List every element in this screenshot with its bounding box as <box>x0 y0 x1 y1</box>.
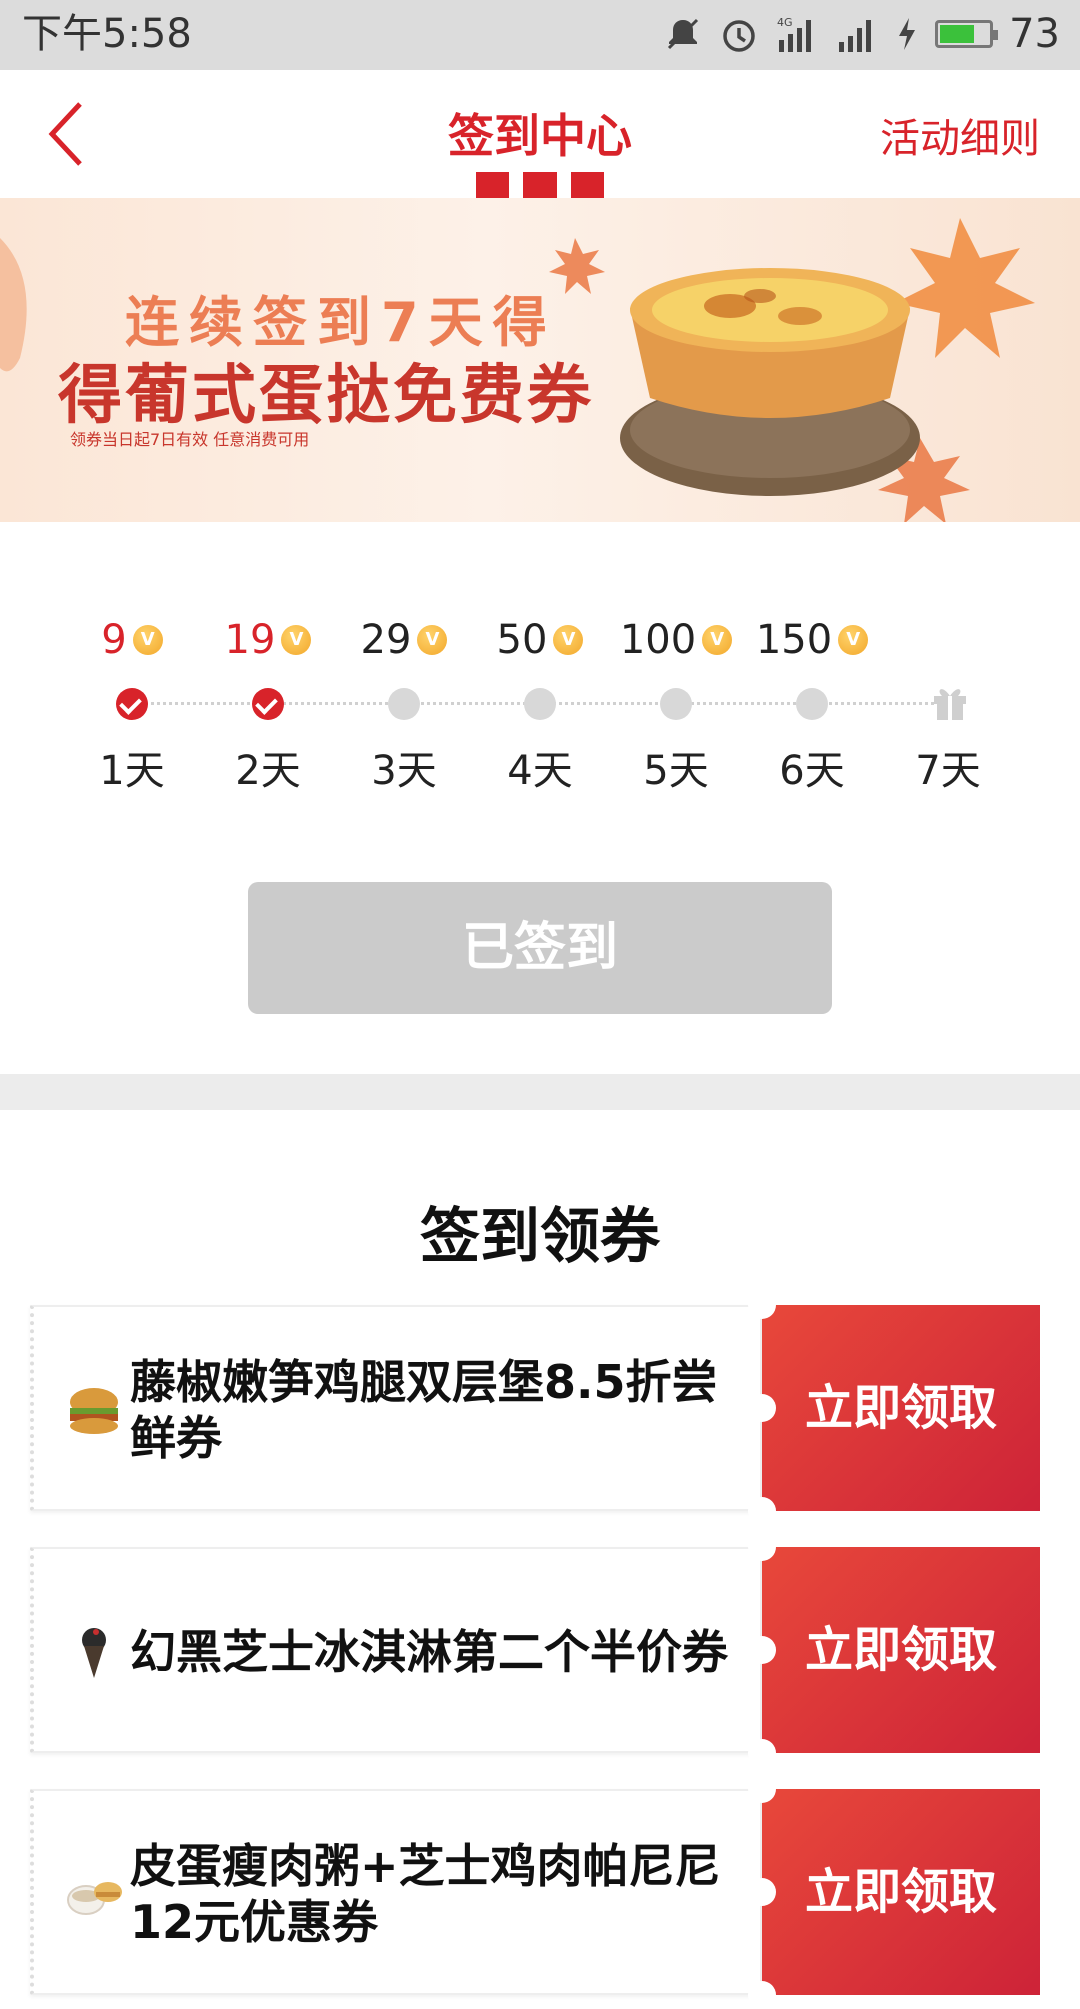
coupon-notch <box>748 1636 776 1664</box>
checkin-day: 100 V 5天 <box>608 610 744 800</box>
day-points-value: 100 <box>619 617 697 663</box>
coupon-notch <box>748 1291 776 1319</box>
coupon-card: 皮蛋瘦肉粥+芝士鸡肉帕尼尼12元优惠券 立即领取 <box>30 1775 1046 2009</box>
day-points: 50 V <box>472 610 608 670</box>
v-coin-icon: V <box>417 625 448 655</box>
section-divider <box>0 1074 1080 1110</box>
signal-icon <box>839 20 872 52</box>
day-points-value: 29 <box>360 617 412 663</box>
checkin-day: 50 V 4天 <box>472 610 608 800</box>
brand-stripes <box>476 172 604 198</box>
burger-icon <box>70 1388 118 1434</box>
day-points-value: 9 <box>101 617 127 663</box>
coupon-notch <box>748 1394 776 1422</box>
unchecked-dot-icon <box>796 688 828 720</box>
unchecked-dot-icon <box>524 688 556 720</box>
coupon-notch <box>748 1739 776 1767</box>
nav-bar: 签到中心 活动细则 <box>0 70 1080 198</box>
day-points: 100 V <box>608 610 744 670</box>
checkin-day: 9 V 1天 <box>64 610 200 800</box>
claim-coupon-button[interactable]: 立即领取 <box>762 1547 1040 1753</box>
promo-banner[interactable]: 连续签到7天得 得葡式蛋挞免费券 领券当日起7日有效 任意消费可用 <box>0 198 1080 522</box>
checked-dot-icon <box>252 688 284 720</box>
coupon-title: 藤椒嫩笋鸡腿双层堡8.5折尝鲜券 <box>130 1355 718 1465</box>
v-coin-icon: V <box>132 625 163 655</box>
egg-tart-icon <box>630 268 910 418</box>
coupon-edge <box>1034 1789 1046 1995</box>
v-coin-icon: V <box>281 625 312 655</box>
coupon-card: 藤椒嫩笋鸡腿双层堡8.5折尝鲜券 立即领取 <box>30 1291 1046 1525</box>
coupon-card: 幻黑芝士冰淇淋第二个半价券 立即领取 <box>30 1533 1046 1767</box>
gift-icon <box>934 689 966 720</box>
day-label: 5天 <box>643 748 709 794</box>
banner-subheadline: 得葡式蛋挞免费券 <box>58 359 594 433</box>
claim-coupon-button[interactable]: 立即领取 <box>762 1789 1040 1995</box>
signed-in-button[interactable]: 已签到 <box>248 882 832 1014</box>
coupon-title: 幻黑芝士冰淇淋第二个半价券 <box>130 1625 728 1679</box>
porridge-icon <box>67 1882 122 1915</box>
day-points: 19 V <box>200 610 336 670</box>
charging-icon <box>899 18 916 50</box>
claim-coupon-button[interactable]: 立即领取 <box>762 1305 1040 1511</box>
unchecked-dot-icon <box>660 688 692 720</box>
day-label: 3天 <box>371 748 437 794</box>
coupon-edge <box>1034 1305 1046 1511</box>
coupon-info: 藤椒嫩笋鸡腿双层堡8.5折尝鲜券 <box>30 1305 762 1511</box>
banner-note: 领券当日起7日有效 任意消费可用 <box>70 430 310 449</box>
coupon-notch <box>748 1775 776 1803</box>
coupon-edge <box>1034 1547 1046 1753</box>
checkin-day: 7天 <box>880 610 1016 800</box>
coupon-notch <box>748 1878 776 1906</box>
day-points-value: 150 <box>755 617 833 663</box>
day-points-value: 50 <box>496 617 548 663</box>
network-label: 4G <box>777 16 793 29</box>
checked-dot-icon <box>116 688 148 720</box>
maple-leaf-icon <box>895 218 1035 358</box>
status-time: 下午5:58 <box>22 11 192 57</box>
checkin-timeline: 9 V 1天 19 V 2天 29 V 3天 50 V 4天 100 V 5天 150 V 6天 7天 <box>0 610 1080 800</box>
alarm-icon <box>723 20 755 52</box>
rules-link[interactable]: 活动细则 <box>880 106 1040 164</box>
signal-4g-icon: 4G <box>777 16 812 52</box>
v-coin-icon: V <box>838 625 869 655</box>
coupon-notch <box>748 1497 776 1525</box>
v-coin-icon: V <box>702 625 733 655</box>
status-icons: 4G 73 <box>663 8 1060 60</box>
battery-percent: 73 <box>1009 11 1060 57</box>
coupon-notch <box>748 1533 776 1561</box>
day-label: 6天 <box>779 748 845 794</box>
coupon-info: 皮蛋瘦肉粥+芝士鸡肉帕尼尼12元优惠券 <box>30 1789 762 1995</box>
day-label: 1天 <box>99 748 165 794</box>
mute-icon <box>668 18 699 50</box>
day-points: 9V <box>64 610 200 670</box>
checkin-day: 19 V 2天 <box>200 610 336 800</box>
ice-cream-icon <box>82 1628 106 1678</box>
day-points: 150 V <box>744 610 880 670</box>
battery-icon <box>935 20 999 48</box>
day-label: 7天 <box>915 748 981 794</box>
checkin-day: 150 V 6天 <box>744 610 880 800</box>
coupon-title: 皮蛋瘦肉粥+芝士鸡肉帕尼尼12元优惠券 <box>130 1839 721 1949</box>
status-bar: 下午5:58 4G 73 <box>0 0 1080 70</box>
day-points: 29 V <box>336 610 472 670</box>
checkin-day: 29 V 3天 <box>336 610 472 800</box>
v-coin-icon: V <box>553 625 584 655</box>
coupon-notch <box>748 1981 776 2009</box>
coupon-info: 幻黑芝士冰淇淋第二个半价券 <box>30 1547 762 1753</box>
day-label: 4天 <box>507 748 573 794</box>
coupons-section-title: 签到领券 <box>420 1202 660 1272</box>
day-points-value: 19 <box>224 617 276 663</box>
unchecked-dot-icon <box>388 688 420 720</box>
day-label: 2天 <box>235 748 301 794</box>
